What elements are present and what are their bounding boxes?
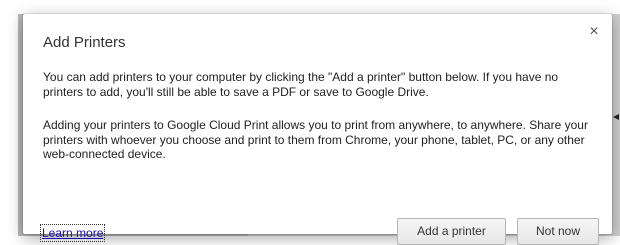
background-top-strip <box>0 0 620 14</box>
add-printer-button[interactable]: Add a printer <box>397 218 506 245</box>
background-left-strip <box>0 14 18 236</box>
arrow-left-icon <box>613 114 619 120</box>
close-icon[interactable]: × <box>586 24 602 40</box>
not-now-button[interactable]: Not now <box>517 218 599 245</box>
dialog-title: Add Printers <box>43 34 126 51</box>
add-printers-dialog: Add Printers × You can add printers to y… <box>23 14 612 245</box>
dialog-description: You can add printers to your computer by… <box>43 70 559 99</box>
learn-more-link[interactable]: Learn more <box>39 224 106 242</box>
dialog-cloud-print-info: Adding your printers to Google Cloud Pri… <box>43 118 588 161</box>
